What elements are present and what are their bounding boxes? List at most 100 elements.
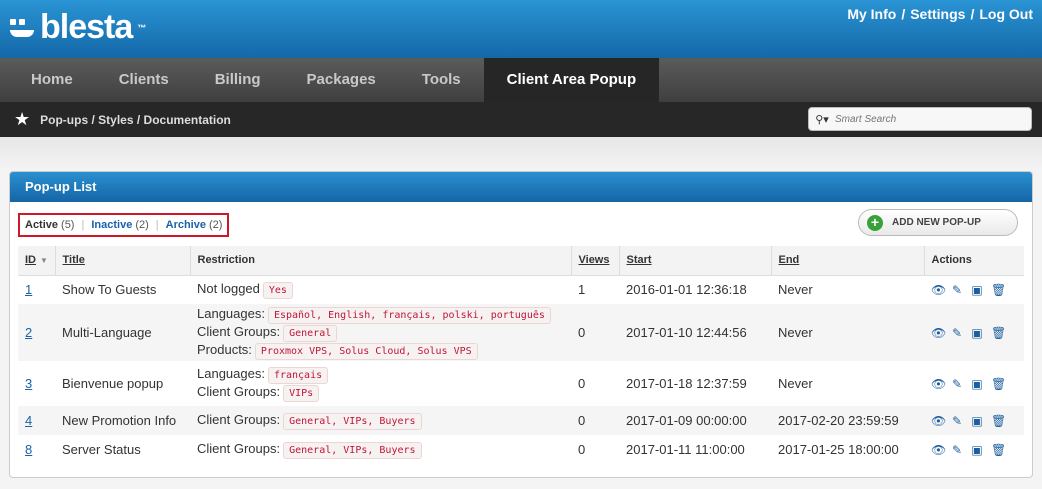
col-end[interactable]: End [771, 246, 925, 276]
blesta-logo[interactable]: blesta ™ [10, 8, 146, 47]
row-title: Bienvenue popup [62, 376, 164, 391]
divider: | [81, 219, 85, 231]
row-id-link[interactable]: 2 [25, 325, 32, 340]
trash-icon[interactable]: 🗑 [991, 283, 1006, 297]
archive-icon[interactable]: ▣ [971, 377, 983, 391]
row-start: 2017-01-09 00:00:00 [619, 406, 771, 435]
view-icon[interactable]: 👁 [931, 443, 946, 457]
filter-archive[interactable]: Archive (2) [166, 219, 223, 231]
edit-icon[interactable]: ✎ [951, 377, 963, 391]
separator: / [970, 6, 975, 22]
logo-mark-icon [10, 17, 36, 39]
settings-link[interactable]: Settings [910, 6, 965, 22]
archive-icon[interactable]: ▣ [971, 326, 983, 340]
separator: / [901, 6, 906, 22]
smart-search: ⚲▾ [808, 107, 1032, 131]
restriction-tag: General, VIPs, Buyers [283, 412, 422, 430]
filter-active[interactable]: Active (5) [25, 219, 74, 231]
tab-packages[interactable]: Packages [284, 58, 399, 102]
logo-text: blesta [40, 8, 133, 46]
edit-icon[interactable]: ✎ [951, 414, 963, 428]
restriction-tag: Yes [262, 281, 293, 299]
tab-home[interactable]: Home [0, 58, 96, 102]
row-title: Show To Guests [62, 282, 157, 298]
trash-icon[interactable]: 🗑 [991, 326, 1006, 340]
trash-icon[interactable]: 🗑 [991, 377, 1006, 391]
row-actions: 👁 ✎ ▣ 🗑 [931, 414, 1024, 428]
col-title[interactable]: Title [55, 246, 191, 276]
row-views: 0 [571, 304, 619, 361]
view-icon[interactable]: 👁 [931, 377, 946, 391]
col-restriction: Restriction [190, 246, 572, 276]
col-views[interactable]: Views [571, 246, 620, 276]
crumb-documentation[interactable]: Documentation [144, 113, 231, 127]
search-input[interactable] [835, 113, 1015, 125]
restriction-tag: Proxmox VPS, Solus Cloud, Solus VPS [254, 342, 478, 360]
row-id-link[interactable]: 4 [25, 413, 32, 428]
row-start: 2017-01-11 11:00:00 [626, 442, 745, 457]
view-icon[interactable]: 👁 [931, 326, 946, 340]
edit-icon[interactable]: ✎ [951, 443, 963, 457]
popup-table: ID ▼ Title Restriction Views Start End Ac… [18, 246, 1024, 464]
row-id-link[interactable]: 3 [25, 376, 32, 391]
user-nav: My Info / Settings / Log Out [847, 6, 1033, 22]
restriction-tag: Español, English, français, polski, port… [267, 306, 551, 324]
row-end: 2017-01-25 18:00:00 [778, 442, 899, 457]
row-actions: 👁 ✎ ▣ 🗑 [931, 283, 1024, 297]
row-title: Multi-Language [55, 304, 190, 361]
main-nav: Home Clients Billing Packages Tools Clie… [0, 58, 1042, 102]
row-end: Never [771, 304, 924, 361]
logo-tm: ™ [137, 22, 146, 33]
crumb-popups[interactable]: Pop-ups [40, 113, 88, 127]
row-restriction: Client Groups: General, VIPs, Buyers [190, 435, 571, 464]
table-row: 1 Show To Guests Not logged Yes 1 2016-01… [18, 275, 1024, 304]
archive-icon[interactable]: ▣ [971, 283, 983, 297]
row-end: Never [778, 282, 813, 298]
col-start[interactable]: Start [619, 246, 772, 276]
trash-icon[interactable]: 🗑 [991, 414, 1006, 428]
status-filters: Active (5) | Inactive (2) | Archive (2) [18, 213, 230, 237]
edit-icon[interactable]: ✎ [951, 326, 963, 340]
add-new-popup-button[interactable]: + ADD NEW POP-UP [858, 209, 1018, 236]
tab-billing[interactable]: Billing [192, 58, 284, 102]
archive-icon[interactable]: ▣ [971, 443, 983, 457]
logout-link[interactable]: Log Out [979, 6, 1033, 22]
row-views: 0 [578, 442, 586, 457]
popup-list-panel: Pop-up List Active (5) | Inactive (2) | Ar… [9, 171, 1033, 478]
search-icon[interactable]: ⚲▾ [809, 113, 835, 126]
header-shadow [0, 137, 1042, 171]
my-info-link[interactable]: My Info [847, 6, 896, 22]
col-id[interactable]: ID ▼ [18, 246, 56, 276]
star-icon[interactable]: ★ [14, 109, 30, 130]
row-start: 2016-01-01 12:36:18 [626, 282, 747, 298]
sub-nav: ★ Pop-ups / Styles / Documentation ⚲▾ [0, 102, 1042, 137]
col-actions: Actions [924, 246, 1024, 276]
trash-icon[interactable]: 🗑 [991, 443, 1006, 457]
tab-tools[interactable]: Tools [399, 58, 484, 102]
view-icon[interactable]: 👁 [931, 283, 946, 297]
filter-inactive[interactable]: Inactive (2) [91, 219, 148, 231]
restriction-tag: General [283, 324, 338, 342]
row-id-link[interactable]: 1 [25, 282, 32, 297]
tab-clients[interactable]: Clients [96, 58, 192, 102]
restriction-tag: français [267, 366, 329, 384]
archive-icon[interactable]: ▣ [971, 414, 983, 428]
panel-title: Pop-up List [10, 172, 1032, 202]
row-actions: 👁 ✎ ▣ 🗑 [931, 443, 1024, 457]
table-header-row: ID ▼ Title Restriction Views Start End Ac… [18, 246, 1024, 276]
row-actions: 👁 ✎ ▣ 🗑 [931, 377, 1024, 391]
crumb-styles[interactable]: Styles [98, 113, 133, 127]
table-row: 3 Bienvenue popup Languages: français Cli… [18, 361, 1024, 406]
row-id-link[interactable]: 8 [25, 442, 32, 457]
row-end: 2017-02-20 23:59:59 [771, 406, 924, 435]
add-button-label: ADD NEW POP-UP [892, 217, 981, 228]
tab-client-area-popup[interactable]: Client Area Popup [483, 58, 660, 102]
edit-icon[interactable]: ✎ [951, 283, 963, 297]
view-icon[interactable]: 👁 [931, 414, 946, 428]
row-title: New Promotion Info [55, 406, 190, 435]
table-row: 8 Server Status Client Groups: General, V… [18, 435, 1024, 464]
table-row: 2 Multi-Language Languages: Español, Engl… [18, 304, 1024, 361]
sort-desc-icon: ▼ [40, 256, 48, 266]
row-views: 1 [578, 282, 586, 298]
row-views: 0 [578, 376, 586, 391]
